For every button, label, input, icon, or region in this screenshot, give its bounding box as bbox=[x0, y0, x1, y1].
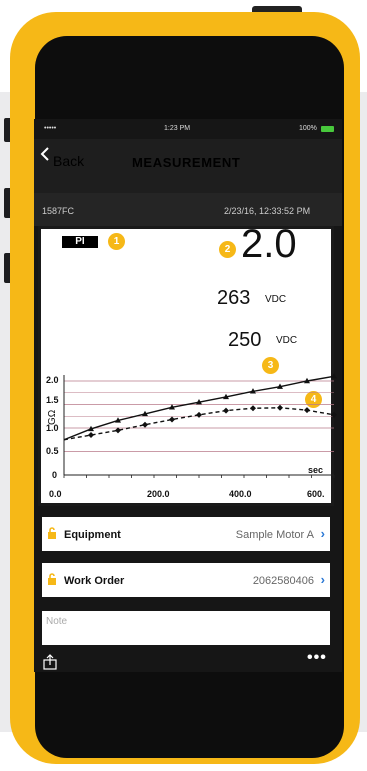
series-2-point bbox=[196, 411, 202, 418]
note-placeholder: Note bbox=[46, 616, 68, 627]
more-options-icon[interactable]: ••• bbox=[307, 649, 327, 667]
y-axis-label: GΩ bbox=[47, 409, 58, 425]
work-order-value: 2062580406 bbox=[252, 575, 314, 587]
series-2-point bbox=[331, 411, 337, 418]
series-2-point bbox=[88, 432, 94, 439]
x-tick-label: 400.0 bbox=[229, 489, 252, 499]
work-order-label: Work Order bbox=[64, 575, 125, 587]
y-tick-label: 1.5 bbox=[46, 395, 59, 405]
series-1-line bbox=[63, 375, 335, 441]
share-icon[interactable] bbox=[43, 654, 57, 670]
x-axis-unit: sec bbox=[308, 465, 324, 475]
chevron-right-icon: › bbox=[320, 526, 325, 541]
lock-icon bbox=[48, 573, 56, 585]
note-field[interactable]: Note bbox=[42, 611, 330, 645]
lock-icon bbox=[48, 527, 56, 539]
chevron-right-icon: › bbox=[320, 572, 325, 587]
equipment-label: Equipment bbox=[64, 529, 121, 541]
equipment-value: Sample Motor A bbox=[235, 529, 314, 541]
series-2-point bbox=[142, 421, 148, 428]
series-1-point bbox=[331, 373, 337, 379]
series-2-point bbox=[250, 405, 256, 412]
work-order-row[interactable]: Work Order 2062580406 › bbox=[42, 563, 330, 597]
y-tick-label: 0 bbox=[52, 470, 58, 480]
equipment-row[interactable]: Equipment Sample Motor A › bbox=[42, 517, 330, 551]
x-tick-label: 600. bbox=[307, 489, 325, 499]
series-2-point bbox=[169, 416, 175, 423]
series-2-point bbox=[223, 407, 229, 414]
app-screen: ••••• 1:23 PM 100% Back MEASUREMENT 1587… bbox=[34, 119, 342, 672]
y-tick-label: 2.0 bbox=[46, 375, 59, 385]
y-tick-label: 0.5 bbox=[46, 446, 59, 456]
series-2-point bbox=[277, 404, 283, 411]
series-2-point bbox=[304, 407, 310, 414]
x-tick-label: 200.0 bbox=[147, 489, 170, 499]
x-tick-label: 0.0 bbox=[49, 489, 62, 499]
